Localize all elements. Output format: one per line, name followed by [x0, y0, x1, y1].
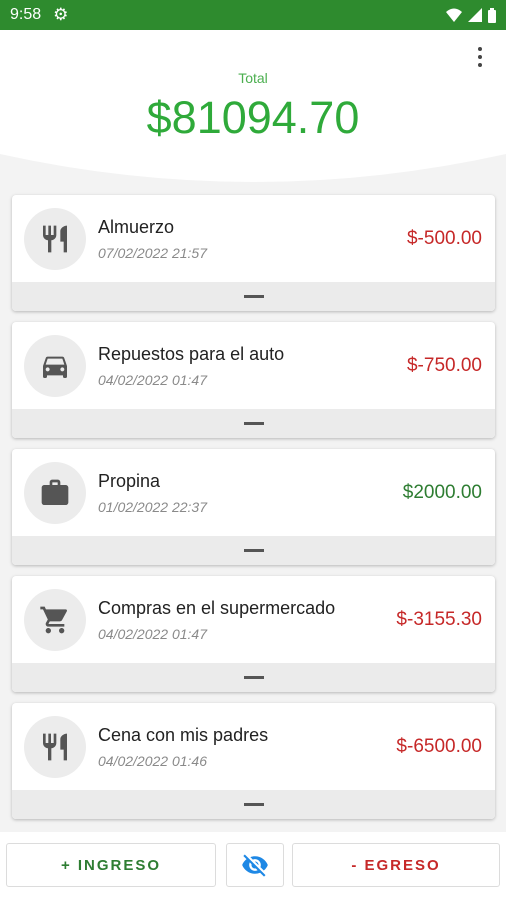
- transaction-card-body[interactable]: Cena con mis padres 04/02/2022 01:46 $-6…: [12, 703, 495, 790]
- toggle-visibility-button[interactable]: [226, 843, 284, 887]
- transaction-card-body[interactable]: Propina 01/02/2022 22:37 $2000.00: [12, 449, 495, 536]
- total-label: Total: [238, 70, 268, 86]
- balance-header: Total $81094.70: [0, 30, 506, 190]
- expand-handle[interactable]: [12, 409, 495, 438]
- transaction-amount: $-3155.30: [396, 609, 482, 630]
- settings-gear-icon: ⚙: [53, 5, 69, 24]
- briefcase-icon: [24, 462, 86, 524]
- status-icons: [446, 7, 496, 23]
- transaction-card[interactable]: Compras en el supermercado 04/02/2022 01…: [12, 576, 495, 692]
- add-expense-button[interactable]: - EGRESO: [292, 843, 500, 887]
- transaction-amount: $2000.00: [402, 482, 482, 503]
- transaction-amount: $-6500.00: [396, 736, 482, 757]
- drag-handle-icon: [243, 549, 264, 552]
- transaction-date: 04/02/2022 01:46: [98, 753, 207, 769]
- overflow-menu-icon[interactable]: [472, 44, 488, 70]
- transaction-card-body[interactable]: Repuestos para el auto 04/02/2022 01:47 …: [12, 322, 495, 409]
- restaurant-icon: [24, 716, 86, 778]
- cell-signal-icon: [468, 8, 482, 22]
- wifi-icon: [446, 8, 462, 22]
- drag-handle-icon: [243, 295, 264, 298]
- transaction-date: 07/02/2022 21:57: [98, 245, 207, 261]
- transaction-card[interactable]: Repuestos para el auto 04/02/2022 01:47 …: [12, 322, 495, 438]
- transaction-title: Almuerzo: [98, 217, 175, 237]
- total-amount: $81094.70: [146, 92, 360, 143]
- transaction-card-body[interactable]: Almuerzo 07/02/2022 21:57 $-500.00: [12, 195, 495, 282]
- transaction-title: Compras en el supermercado: [98, 598, 336, 618]
- transaction-title: Propina: [98, 471, 161, 491]
- cart-icon: [24, 589, 86, 651]
- transaction-date: 01/02/2022 22:37: [98, 499, 207, 515]
- transaction-card[interactable]: Almuerzo 07/02/2022 21:57 $-500.00: [12, 195, 495, 311]
- status-bar: 9:58 ⚙: [0, 0, 506, 30]
- transaction-amount: $-750.00: [406, 355, 482, 376]
- transaction-title: Repuestos para el auto: [98, 344, 285, 364]
- status-time: 9:58: [10, 6, 42, 23]
- expand-handle[interactable]: [12, 663, 495, 692]
- add-income-button[interactable]: + INGRESO: [6, 843, 216, 887]
- transaction-date: 04/02/2022 01:47: [98, 372, 207, 388]
- drag-handle-icon: [243, 676, 264, 679]
- transaction-list: Almuerzo 07/02/2022 21:57 $-500.00 Repue…: [12, 195, 495, 830]
- transaction-date: 04/02/2022 01:47: [98, 626, 207, 642]
- drag-handle-icon: [243, 422, 264, 425]
- drag-handle-icon: [243, 803, 264, 806]
- restaurant-icon: [24, 208, 86, 270]
- expand-handle[interactable]: [12, 790, 495, 819]
- car-icon: [24, 335, 86, 397]
- eye-off-icon: [242, 854, 268, 877]
- transaction-card-body[interactable]: Compras en el supermercado 04/02/2022 01…: [12, 576, 495, 663]
- expand-handle[interactable]: [12, 282, 495, 311]
- action-bar: + INGRESO - EGRESO: [0, 832, 506, 900]
- transaction-card[interactable]: Cena con mis padres 04/02/2022 01:46 $-6…: [12, 703, 495, 819]
- transaction-amount: $-500.00: [406, 228, 482, 249]
- expand-handle[interactable]: [12, 536, 495, 565]
- battery-icon: [488, 7, 496, 23]
- transaction-card[interactable]: Propina 01/02/2022 22:37 $2000.00: [12, 449, 495, 565]
- transaction-title: Cena con mis padres: [98, 725, 269, 745]
